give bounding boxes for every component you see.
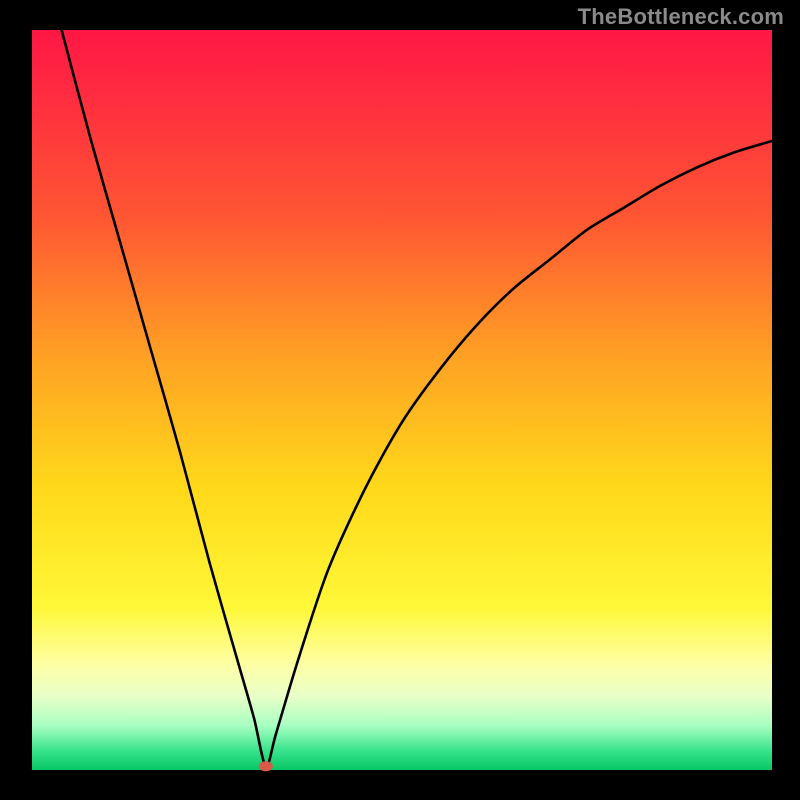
optimal-marker xyxy=(259,761,273,771)
watermark-text: TheBottleneck.com xyxy=(578,4,784,30)
chart-frame: TheBottleneck.com xyxy=(0,0,800,800)
chart-background xyxy=(32,30,772,770)
bottleneck-chart xyxy=(0,0,800,800)
